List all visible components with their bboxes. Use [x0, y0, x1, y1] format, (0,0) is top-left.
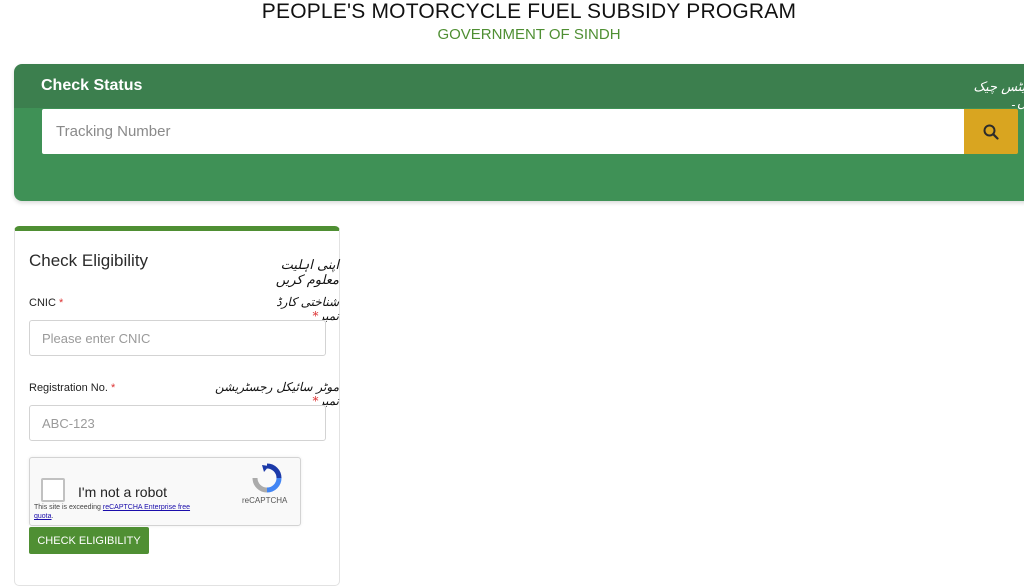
- page-subtitle: GOVERNMENT OF SINDH: [437, 26, 621, 43]
- recaptcha-quota-warning: This site is exceeding reCAPTCHA Enterpr…: [34, 503, 204, 521]
- recaptcha-checkbox[interactable]: [41, 478, 65, 502]
- check-status-title: Check Status: [41, 77, 143, 94]
- recaptcha-logo-icon: [252, 463, 282, 493]
- recaptcha-warning-prefix: This site is exceeding: [34, 504, 103, 511]
- registration-input[interactable]: [29, 405, 326, 441]
- check-eligibility-title: Check Eligibility: [29, 251, 149, 270]
- cnic-input[interactable]: [29, 320, 326, 356]
- check-eligibility-card: Check Eligibility اپنی اہلیت معلوم کریں …: [14, 226, 340, 586]
- tracking-number-input[interactable]: [42, 109, 964, 154]
- recaptcha-brand: reCAPTCHA: [242, 496, 288, 505]
- registration-label-urdu-text: موٹر سائیکل رجسٹریشن نمبر: [215, 380, 339, 408]
- search-icon: [983, 124, 999, 140]
- page-title: PEOPLE'S MOTORCYCLE FUEL SUBSIDY PROGRAM: [261, 0, 797, 23]
- cnic-label-text: CNIC: [29, 297, 56, 309]
- recaptcha-widget: I'm not a robot This site is exceeding r…: [29, 457, 301, 526]
- check-status-panel: Check Status اسٹیٹس چیک کریں۔: [14, 64, 1024, 201]
- cnic-label-urdu-text: شناختی کارڈ نمبر: [276, 295, 339, 323]
- cnic-label-urdu: شناختی کارڈ نمبر*: [273, 295, 339, 323]
- check-eligibility-button[interactable]: CHECK ELIGIBILITY: [29, 527, 149, 554]
- registration-label-text: Registration No.: [29, 382, 108, 394]
- registration-required-mark: *: [110, 382, 116, 394]
- recaptcha-warning-suffix: .: [51, 513, 54, 520]
- cnic-required-mark: *: [58, 297, 64, 309]
- cnic-label: CNIC *: [29, 297, 63, 309]
- registration-label-urdu: موٹر سائیکل رجسٹریشن نمبر*: [214, 380, 339, 408]
- check-eligibility-title-urdu: اپنی اہلیت معلوم کریں: [275, 258, 339, 288]
- recaptcha-label: I'm not a robot: [78, 484, 168, 500]
- check-status-title-urdu: اسٹیٹس چیک کریں۔: [973, 80, 1024, 110]
- search-button[interactable]: [964, 109, 1018, 154]
- registration-label: Registration No. *: [29, 382, 115, 394]
